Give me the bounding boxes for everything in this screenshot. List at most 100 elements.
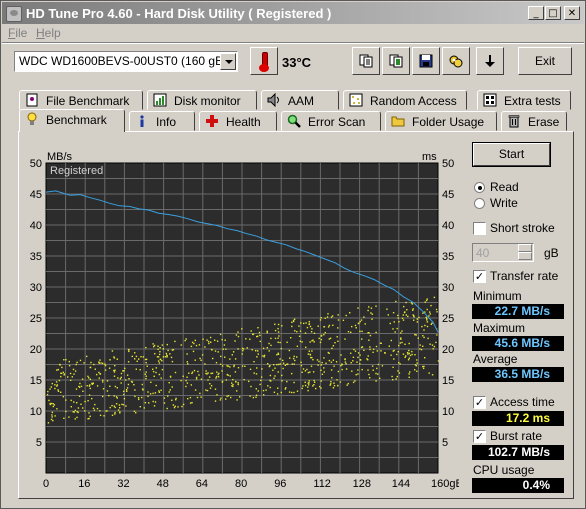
access-time-point xyxy=(90,361,92,364)
access-time-point xyxy=(158,390,160,392)
access-time-point xyxy=(152,370,155,373)
access-time-point xyxy=(152,368,154,370)
access-time-point xyxy=(114,411,116,414)
tab-info[interactable]: Info xyxy=(129,111,195,131)
access-time-point xyxy=(241,328,243,330)
access-time-point xyxy=(430,323,432,325)
exit-button[interactable]: Exit xyxy=(518,47,572,75)
tab-health[interactable]: Health xyxy=(199,111,277,131)
access-time-point xyxy=(294,330,296,332)
start-button[interactable]: Start xyxy=(472,142,551,167)
copy-screen-button[interactable] xyxy=(382,47,410,75)
access-time-point xyxy=(150,381,152,383)
access-time-point xyxy=(391,375,393,378)
app-window: HD Tune Pro 4.60 - Hard Disk Utility ( R… xyxy=(0,0,586,509)
temperature-button[interactable] xyxy=(250,47,278,75)
access-time-point xyxy=(170,356,173,359)
access-time-point xyxy=(214,388,217,390)
access-time-point xyxy=(113,395,115,397)
access-time-point xyxy=(51,382,53,385)
drive-select[interactable]: WDC WD1600BEVS-00UST0 (160 gB) xyxy=(14,51,238,72)
tab-file-benchmark[interactable]: File Benchmark xyxy=(19,90,143,110)
access-time-point xyxy=(70,379,72,381)
access-time-point xyxy=(232,385,234,388)
read-radio[interactable] xyxy=(474,182,485,193)
access-time-point xyxy=(405,355,407,357)
access-time-point xyxy=(182,375,184,377)
access-time-point xyxy=(279,363,281,365)
access-time-point xyxy=(364,323,366,325)
access-time-point xyxy=(126,387,129,389)
access-time-point xyxy=(77,411,79,414)
title-bar[interactable]: HD Tune Pro 4.60 - Hard Disk Utility ( R… xyxy=(2,2,584,24)
tab-aam[interactable]: AAM xyxy=(261,90,339,110)
access-time-point xyxy=(293,355,295,358)
access-time-point xyxy=(368,339,370,341)
tab-disk-monitor[interactable]: Disk monitor xyxy=(147,90,257,110)
menu-file[interactable]: File xyxy=(8,26,27,40)
access-time-point xyxy=(261,368,263,370)
access-time-point xyxy=(252,333,255,335)
access-time-point xyxy=(78,395,81,397)
transfer-rate-checkbox[interactable]: ✓ xyxy=(473,270,486,283)
burst-rate-checkbox[interactable]: ✓ xyxy=(473,430,486,443)
access-time-checkbox[interactable]: ✓ xyxy=(473,396,486,409)
access-time-point xyxy=(109,406,111,409)
access-time-point xyxy=(54,387,56,390)
tab-benchmark[interactable]: Benchmark xyxy=(19,109,125,132)
tab-erase[interactable]: Erase xyxy=(501,111,567,131)
access-time-point xyxy=(367,309,369,312)
tab-extra-tests[interactable]: Extra tests xyxy=(477,90,571,110)
access-time-point xyxy=(340,354,342,356)
access-time-point xyxy=(116,358,118,360)
access-time-point xyxy=(210,385,213,387)
access-time-point xyxy=(226,395,228,397)
access-time-point xyxy=(102,362,104,365)
access-time-point xyxy=(265,389,267,391)
access-time-point xyxy=(308,384,310,386)
access-time-point xyxy=(109,385,111,387)
access-time-point xyxy=(207,372,209,374)
access-time-point xyxy=(360,319,363,321)
down-arrow-button[interactable] xyxy=(476,47,504,75)
access-time-point xyxy=(69,372,72,375)
access-time-point xyxy=(399,363,401,365)
access-time-point xyxy=(421,325,423,328)
spin-up-icon[interactable] xyxy=(518,244,532,252)
tab-folder-usage[interactable]: Folder Usage xyxy=(385,111,497,131)
access-time-point xyxy=(402,353,405,355)
short-stroke-spinner[interactable]: 40 xyxy=(472,243,534,262)
access-time-point xyxy=(414,354,416,356)
access-time-point xyxy=(298,325,300,327)
copy-info-button[interactable] xyxy=(352,47,380,75)
save-button[interactable] xyxy=(412,47,440,75)
access-time-label: Access time xyxy=(490,395,555,409)
access-time-point xyxy=(73,373,75,375)
access-time-point xyxy=(361,368,363,371)
access-time-point xyxy=(154,401,157,403)
y-right-tick-label: 10 xyxy=(442,406,454,418)
write-radio[interactable] xyxy=(474,198,485,209)
access-time-point xyxy=(279,341,281,344)
menu-help[interactable]: Help xyxy=(36,26,61,40)
tab-random-access[interactable]: Random Access xyxy=(343,90,467,110)
tab-error-scan[interactable]: Error Scan xyxy=(281,111,381,131)
chevron-down-icon[interactable] xyxy=(220,53,236,70)
access-time-point xyxy=(117,409,120,411)
access-time-point xyxy=(405,301,407,304)
access-time-point xyxy=(301,341,303,343)
short-stroke-checkbox[interactable] xyxy=(473,222,486,235)
minimize-button[interactable]: _ xyxy=(528,6,544,20)
access-time-point xyxy=(393,349,395,352)
access-time-point xyxy=(347,382,349,385)
close-button[interactable]: ✕ xyxy=(564,6,580,20)
access-time-point xyxy=(350,331,352,333)
access-time-point xyxy=(113,371,116,373)
spin-down-icon[interactable] xyxy=(518,252,532,260)
maximize-button[interactable]: □ xyxy=(545,6,561,20)
access-time-point xyxy=(52,419,54,422)
access-time-point xyxy=(303,322,305,325)
access-time-point xyxy=(171,360,174,363)
options-button[interactable] xyxy=(442,47,470,75)
access-time-point xyxy=(216,371,218,373)
